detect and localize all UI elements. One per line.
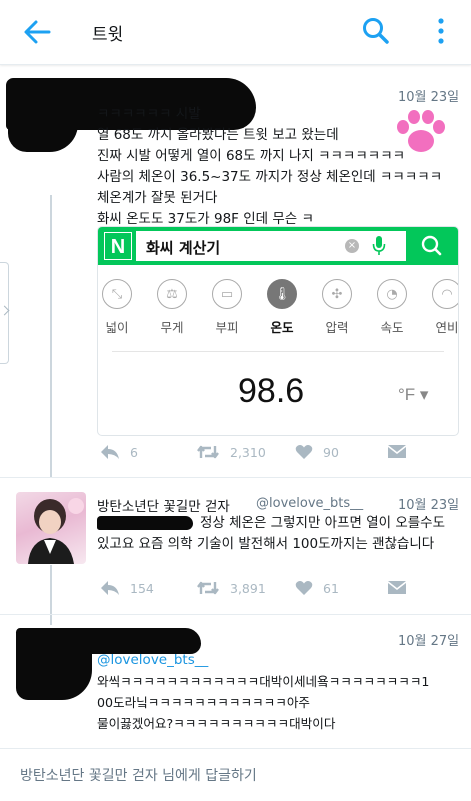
thermometer-icon: 🌡 [267,279,297,309]
reply-placeholder[interactable]: 방탄소년단 꽃길만 걷자 님에게 답글하기 [20,765,257,785]
scale-icon: ⚖ [157,279,187,309]
divider [112,351,444,352]
reply-icon [101,445,119,459]
page-title: 트윗 [92,25,124,45]
tweet-line: 와씩ㅋㅋㅋㅋㅋㅋㅋㅋㅋㅋㅋㅋ대박이세네욬ㅋㅋㅋㅋㅋㅋㅋㅋ1 [97,674,430,689]
tweet-line: 체온계가 잘못 된거다 [97,190,218,206]
unit-tab-pressure[interactable]: ✣ 압력 [312,279,362,336]
unit-tabs: ⤡ 넓이 ⚖ 무게 ▭ 부피 🌡 온도 ✣ 압력 ◔ 속도 ◠ 연비 [98,279,458,349]
tweet-date: 10월 23일 [398,90,460,105]
heart-icon [295,445,313,459]
retweet-count: 3,891 [230,580,266,596]
pressure-icon: ✣ [322,279,352,309]
redacted-mention [97,516,193,530]
retweet-icon [197,581,219,595]
clear-icon[interactable]: × [345,239,359,253]
gauge-icon: ◠ [432,279,458,309]
unit-tab-fuel[interactable]: ◠ 연비 [422,279,458,336]
side-drawer-handle[interactable] [0,262,9,364]
retweet-button[interactable]: 3,891 [196,580,266,596]
search-query: 화씨 계산기 [146,239,221,257]
reply-composer[interactable]: 방탄소년단 꽃길만 걷자 님에게 답글하기 [0,748,471,801]
tweet-line: 열 68도 까지 올라봤다는 트윗 보고 왔는데 [97,127,339,143]
like-button[interactable]: 90 [295,444,339,460]
like-count: 90 [323,444,339,460]
unit-tab-volume[interactable]: ▭ 부피 [202,279,252,336]
tweet-line: 00도라닠ㅋㅋㅋㅋㅋㅋㅋㅋㅋㅋㅋㅋ아주 [97,695,310,710]
unit-tab-area[interactable]: ⤡ 넓이 [98,279,142,336]
redacted-avatar [8,120,78,152]
thread-line [50,195,52,477]
divider [0,477,471,478]
unit-tab-weight[interactable]: ⚖ 무게 [147,279,197,336]
tweet-date: 10월 27일 [398,634,460,649]
avatar-photo [28,498,84,564]
unit-select[interactable]: °F ▾ [398,385,428,405]
like-count: 61 [323,580,339,596]
tweet-actions: 6 2,310 90 [100,444,430,466]
converted-value: 98.6 [238,372,305,410]
beaker-icon: ▭ [212,279,242,309]
reply-count: 154 [130,580,154,596]
reply-button[interactable]: 6 [100,444,138,460]
dm-button[interactable] [387,580,407,596]
search-icon[interactable] [361,16,391,46]
tweet-line: 진짜 시발 어떻게 열이 68도 까지 나지 ㅋㅋㅋㅋㅋㅋㅋ [97,148,406,164]
dm-button[interactable] [387,444,407,460]
tweet-date: 10월 23일 [398,498,460,513]
tweet-line: 정상 체온은 그렇지만 아프면 열이 오를수도 [200,515,446,531]
tweet-line: 사람의 체온이 36.5~37도 까지가 정상 체온인데 ㅋㅋㅋㅋㅋ [97,169,443,185]
tweet-line: 있고요 요즘 의학 기술이 발전해서 100도까지는 괜찮습니다 [97,536,435,552]
reply-mention[interactable]: @lovelove_bts__ [97,650,208,671]
envelope-icon [388,581,406,594]
heart-icon [295,581,313,595]
app-bar: 트윗 [0,0,471,65]
reply-icon [101,581,119,595]
user-handle[interactable]: @lovelove_bts__ [256,496,363,511]
naver-search-icon[interactable] [412,231,452,261]
tweet-line: 물이끓겠어요?ㅋㅋㅋㅋㅋㅋㅋㅋㅋㅋ대박이다 [97,716,336,731]
like-button[interactable]: 61 [295,580,339,596]
search-bar: N 화씨 계산기 × [98,227,458,265]
retweet-button[interactable]: 2,310 [196,444,266,460]
tweet-actions: 154 3,891 61 [100,580,430,602]
speedometer-icon: ◔ [377,279,407,309]
converter-card-image[interactable]: N 화씨 계산기 × ⤡ 넓이 ⚖ 무게 ▭ 부피 🌡 온도 ✣ 압력 ◔ 속도… [97,226,459,436]
envelope-icon [388,445,406,458]
area-icon: ⤡ [102,279,132,309]
reply-count: 6 [130,444,138,460]
unit-tab-temperature[interactable]: 🌡 온도 [257,279,307,336]
tweet-line: ㅋㅋㅋㅋㅋㅋ 시발 [97,106,201,122]
redacted-avatar [16,640,92,700]
naver-logo: N [104,232,132,260]
unit-tab-speed[interactable]: ◔ 속도 [367,279,417,336]
paw-sticker-icon [397,110,445,152]
avatar[interactable] [16,492,86,564]
retweet-icon [197,445,219,459]
thread-line [50,565,52,625]
display-name[interactable]: 방탄소년단 꽃길만 걷자 [97,495,230,515]
back-arrow-icon[interactable] [22,18,52,46]
divider [0,614,471,615]
retweet-count: 2,310 [230,444,266,460]
microphone-icon[interactable] [372,235,386,257]
search-field[interactable]: 화씨 계산기 × [136,231,406,261]
reply-button[interactable]: 154 [100,580,154,596]
more-options-icon[interactable] [432,16,450,46]
